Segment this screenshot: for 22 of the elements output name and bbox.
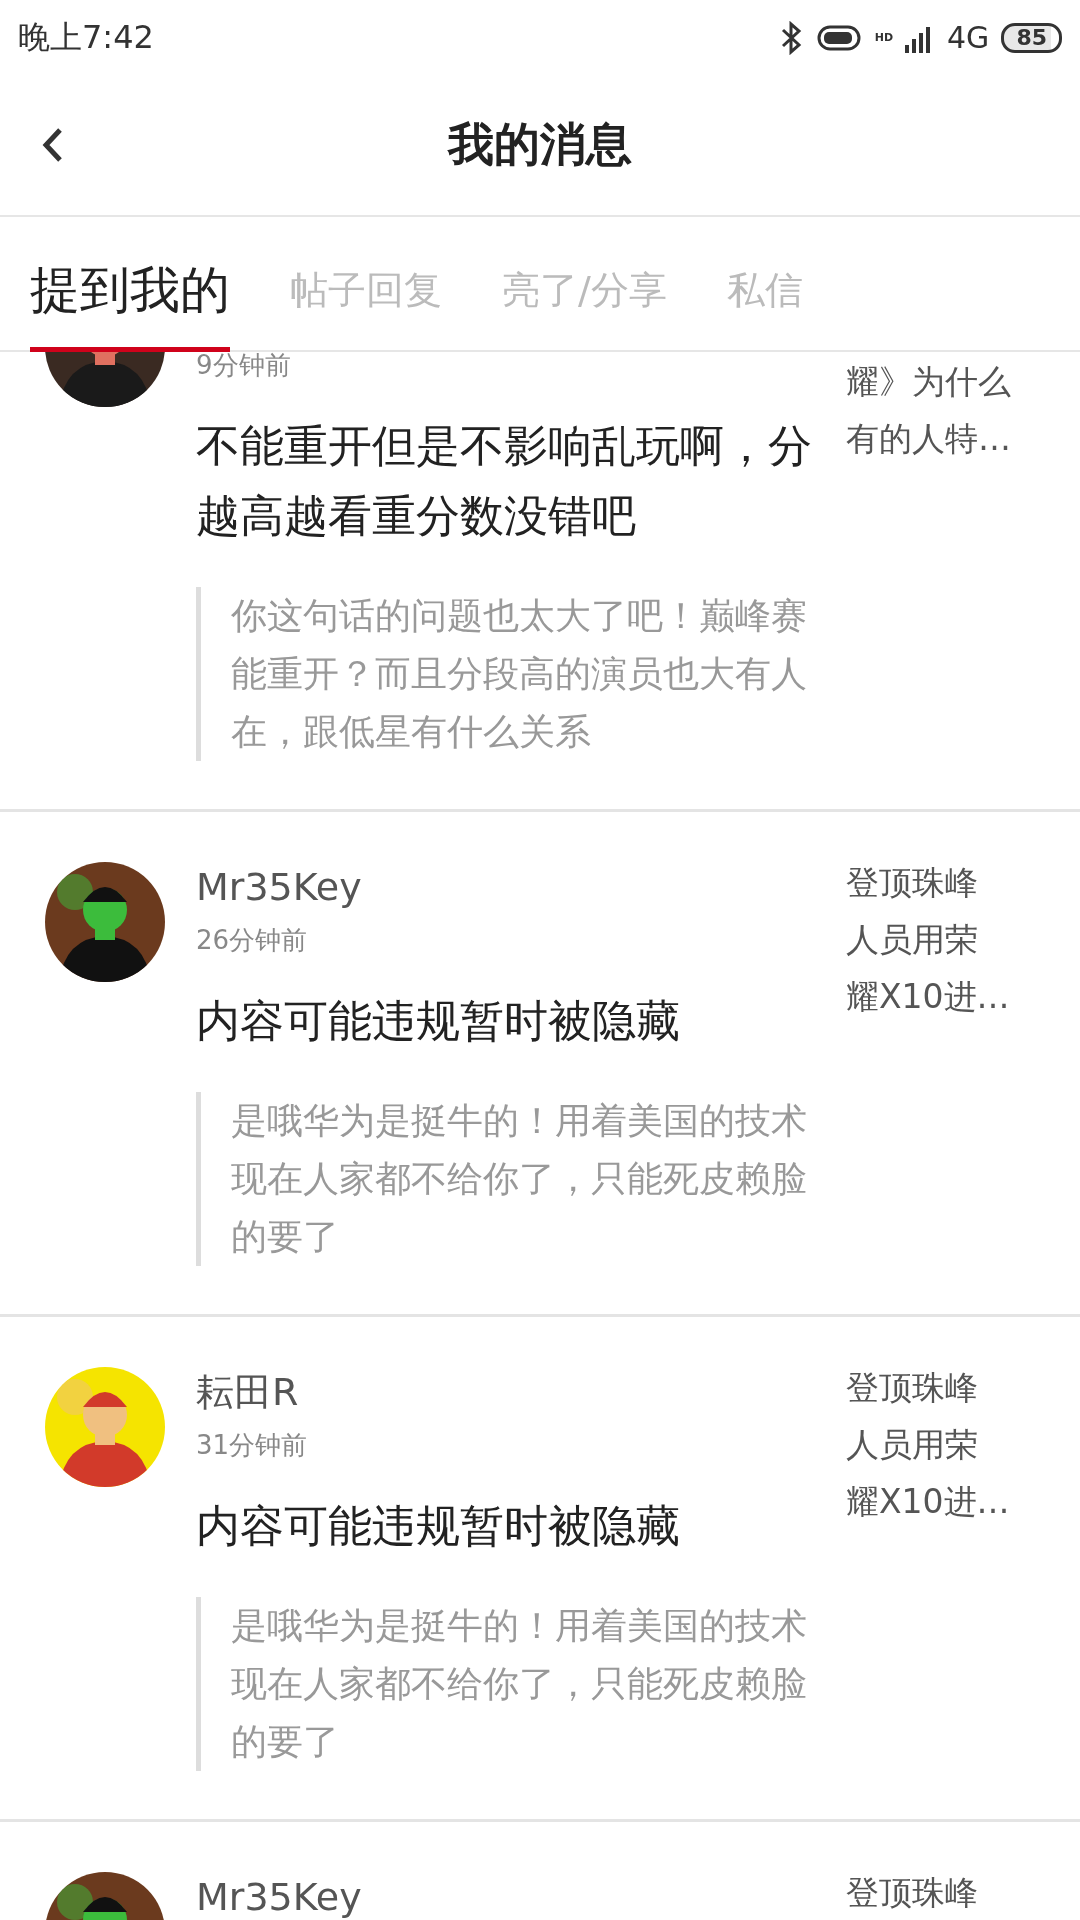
thread-title[interactable]: 登顶珠峰	[846, 1864, 978, 1920]
thread-title[interactable]: 登顶珠峰 人员用荣 耀X10进…	[846, 854, 1010, 1266]
network-label: 4G	[947, 20, 990, 55]
battery-level: 85	[1001, 22, 1062, 53]
message-text: 内容可能违规暂时被隐藏	[196, 994, 681, 1048]
message-text: 内容可能违规暂时被隐藏	[196, 1499, 681, 1553]
quoted-reply: 是哦华为是挺牛的！用着美国的技术现在人家都不给你了，只能死皮赖脸的要了	[196, 1092, 816, 1266]
thread-title[interactable]: 登顶珠峰 人员用荣 耀X10进…	[846, 1359, 1010, 1771]
status-time: 晚上7:42	[18, 16, 154, 58]
user-name: Mr35Key	[196, 864, 363, 911]
post-time: 9分钟前	[196, 352, 292, 382]
post-time: 31分钟前	[196, 1429, 309, 1462]
quoted-reply: 是哦华为是挺牛的！用着美国的技术现在人家都不给你了，只能死皮赖脸的要了	[196, 1597, 816, 1771]
thread-title[interactable]: 耀》为什么 有的人特…	[846, 352, 1011, 761]
chevron-left-icon	[40, 126, 64, 164]
user-name: 耘田R	[196, 1369, 300, 1416]
page-title: 我的消息	[448, 116, 632, 173]
quoted-reply: 你这句话的问题也太大了吧！巅峰赛能重开？而且分段高的演员也大有人在，跟低星有什么关系	[196, 587, 816, 761]
message-text: 不能重开但是不影响乱玩啊，分越高越看重分数没错吧	[196, 419, 813, 543]
hd-label: HD	[874, 31, 894, 44]
user-name: Mr35Key	[196, 1874, 363, 1920]
post-time: 26分钟前	[196, 924, 309, 957]
